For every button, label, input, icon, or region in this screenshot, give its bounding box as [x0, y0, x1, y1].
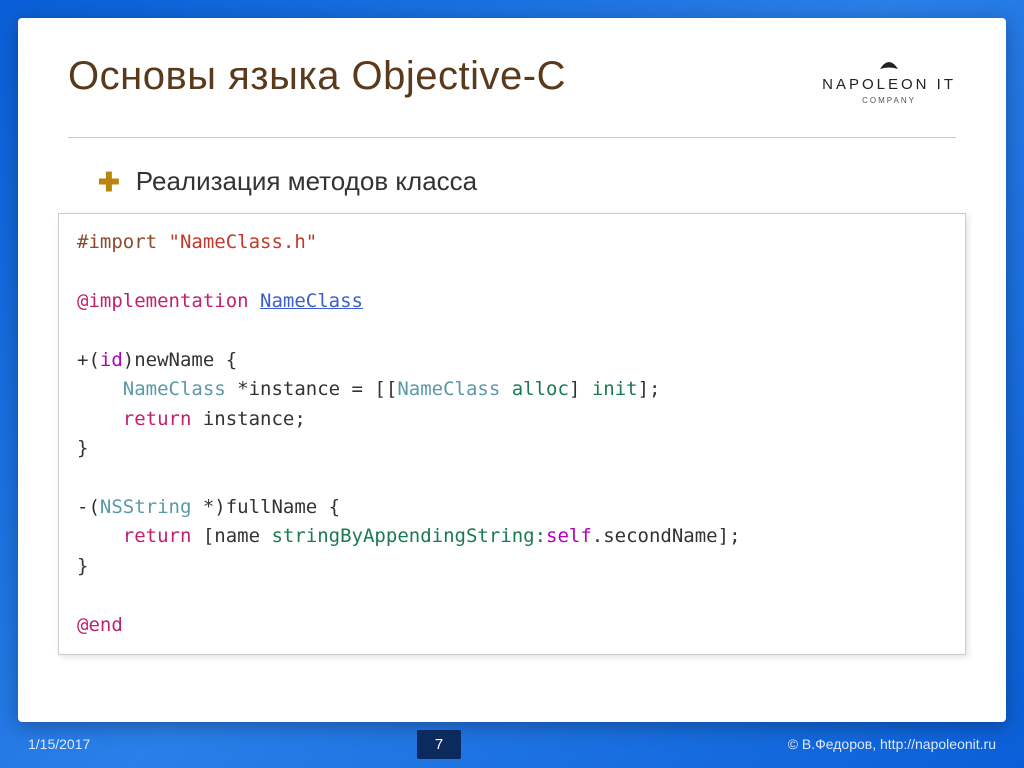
code-token: [77, 408, 123, 430]
company-logo: NAPOLEON IT COMPANY: [822, 54, 956, 105]
logo-subtext: COMPANY: [822, 96, 956, 105]
code-token: return: [123, 408, 192, 430]
code-token: -(: [77, 496, 100, 518]
code-token: "NameClass.h": [169, 231, 318, 253]
plus-icon: ✚: [98, 169, 120, 195]
code-token: stringByAppendingString:: [271, 525, 546, 547]
code-token: *)fullName {: [191, 496, 340, 518]
code-token: @end: [77, 614, 123, 636]
code-token: }: [77, 437, 88, 459]
code-token: id: [100, 349, 123, 371]
code-token: instance;: [191, 408, 305, 430]
code-token: [77, 378, 123, 400]
footer-date: 1/15/2017: [28, 736, 90, 752]
slide-header: Основы языка Objective-C NAPOLEON IT COM…: [68, 54, 956, 105]
code-token: ]: [569, 378, 592, 400]
slide-title: Основы языка Objective-C: [68, 54, 566, 99]
code-token: init: [592, 378, 638, 400]
code-block: #import "NameClass.h" @implementation Na…: [58, 213, 966, 655]
code-token: #import: [77, 231, 169, 253]
divider: [68, 137, 956, 138]
slide-card: Основы языка Objective-C NAPOLEON IT COM…: [18, 18, 1006, 722]
hat-icon: [822, 58, 956, 74]
slide-footer: 1/15/2017 7 © В.Федоров, http://napoleon…: [18, 728, 1006, 760]
code-token: return: [123, 525, 192, 547]
code-token: )newName {: [123, 349, 237, 371]
logo-brand: NAPOLEON IT: [822, 76, 956, 93]
code-token: NameClass: [260, 290, 363, 312]
code-token: [77, 525, 123, 547]
code-token: alloc: [512, 378, 569, 400]
code-token: self: [546, 525, 592, 547]
code-token: NameClass: [123, 378, 226, 400]
code-token: *instance = [[: [226, 378, 398, 400]
page-number-badge: 7: [417, 730, 461, 759]
code-token: ];: [638, 378, 661, 400]
code-token: [name: [191, 525, 271, 547]
code-token: +(: [77, 349, 100, 371]
code-token: NSString: [100, 496, 192, 518]
footer-copyright: © В.Федоров, http://napoleonit.ru: [788, 736, 996, 752]
code-token: NameClass: [397, 378, 500, 400]
code-token: .secondName];: [592, 525, 741, 547]
code-token: [500, 378, 511, 400]
code-token: @implementation: [77, 290, 249, 312]
bullet-text: Реализация методов класса: [136, 166, 477, 197]
code-token: [249, 290, 260, 312]
bullet-item: ✚ Реализация методов класса: [98, 166, 956, 197]
code-token: }: [77, 555, 88, 577]
